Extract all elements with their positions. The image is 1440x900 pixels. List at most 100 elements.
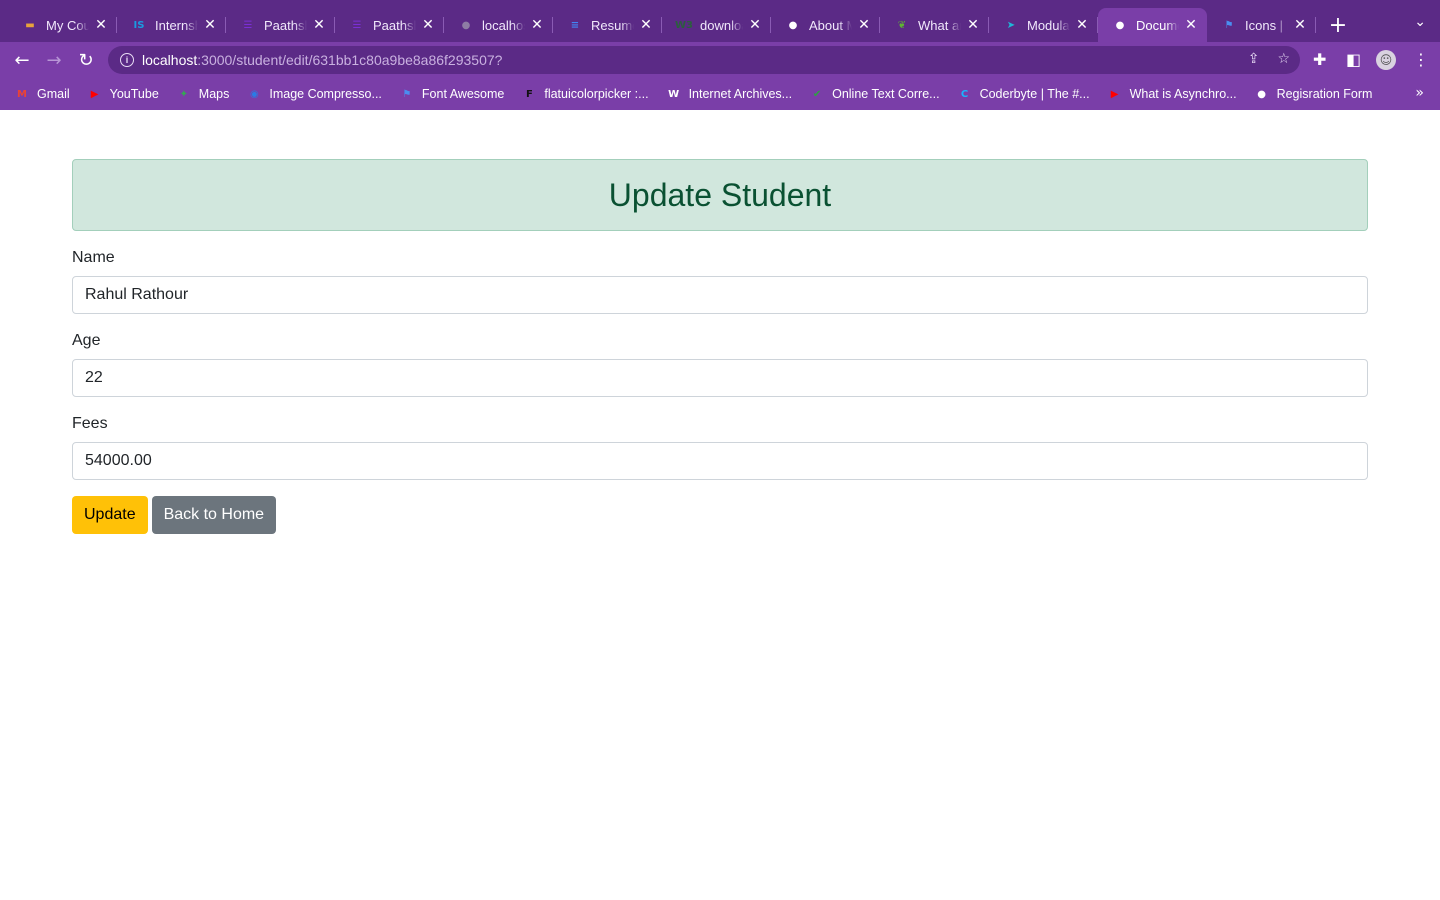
tab-title: My Courses [46,17,89,33]
globe-icon: ● [1257,88,1266,100]
browser-tab[interactable]: ● Document✕ [1098,8,1207,42]
maps-icon: ✦ [179,88,188,100]
tab-title: About Me [809,17,852,33]
browser-tab[interactable]: ⚑ Icons | Font Awesome✕ [1207,8,1316,42]
fees-label: Fees [72,415,108,432]
flatui-icon: F [525,88,533,100]
compress-icon: ◉ [249,88,259,100]
update-button[interactable]: Update [72,496,148,534]
reload-icon[interactable]: ↻ [70,44,102,76]
browser-tab[interactable]: ≡ Resume✕ [553,8,662,42]
bookmark-label: Coderbyte | The #... [979,87,1090,101]
tab-title: What are [918,17,961,33]
browser-tab[interactable]: ☰ Paathshala✕ [335,8,444,42]
globe-icon: ● [461,19,471,31]
more-bookmarks-icon[interactable]: » [1415,85,1424,101]
bookmark-item[interactable]: ▶ What is Asynchro... [1107,82,1254,106]
bookmark-item[interactable]: M Gmail [14,82,87,106]
back-arrow-icon[interactable]: ← [6,44,38,76]
browser-tab[interactable]: ● localhost✕ [444,8,553,42]
bookmark-item[interactable]: ✔ Online Text Corre... [809,82,956,106]
page-content: Update Student Name Age Fees Update Back… [0,110,1440,900]
close-icon[interactable]: ✕ [93,17,109,33]
tab-title: Paathshala [373,17,416,33]
close-icon[interactable]: ✕ [202,17,218,33]
bookmark-item[interactable]: ▶ YouTube [87,82,176,106]
leaf-icon: ❦ [897,19,907,31]
bookmark-label: Internet Archives... [688,87,793,101]
browser-tab-strip: ▬My Courses✕ISInternshala✕☰Paathshala✕☰P… [0,0,1440,42]
bookmark-item[interactable]: ✦ Maps [176,82,247,106]
gmail-icon: M [17,88,27,100]
form-container: Update Student Name Age Fees Update Back… [72,159,1368,534]
chrome-menu-icon[interactable]: ⋮ [1413,50,1429,69]
internshala-icon: IS [133,19,145,31]
close-icon[interactable]: ✕ [1292,17,1308,33]
close-icon[interactable]: ✕ [638,17,654,33]
tab-title: Document [1136,17,1179,33]
globe-icon: ● [788,19,798,31]
address-bar[interactable]: i localhost:3000/student/edit/631bb1c80a… [108,46,1300,74]
bookmark-item[interactable]: Fflatuicolorpicker :... [521,82,665,106]
fees-group: Fees [72,415,1368,480]
list-icon: ☰ [352,19,362,31]
form-actions: Update Back to Home [72,496,1368,534]
bookmark-item[interactable]: C Coderbyte | The #... [957,82,1107,106]
browser-tab[interactable]: ▬ My Courses✕ [8,8,117,42]
browser-tab[interactable]: IS Internshala✕ [117,8,226,42]
bookmark-item[interactable]: W Internet Archives... [666,82,810,106]
age-label: Age [72,332,101,349]
age-input[interactable] [72,359,1368,397]
forward-arrow-icon[interactable]: → [38,44,70,76]
close-icon[interactable]: ✕ [420,17,436,33]
url-host: localhost [142,52,198,68]
fees-input[interactable] [72,442,1368,480]
side-panel-icon[interactable]: ◧ [1346,50,1361,69]
profile-avatar[interactable]: ☺ [1376,50,1396,70]
browser-tab[interactable]: W3 download✕ [662,8,771,42]
course-icon: ▬ [25,19,35,31]
globe-icon: ● [1115,19,1125,31]
bookmark-label: YouTube [109,87,159,101]
bookmark-label: What is Asynchro... [1129,87,1237,101]
close-icon[interactable]: ✕ [965,17,981,33]
back-to-home-button[interactable]: Back to Home [151,496,277,534]
bookmark-item[interactable]: ◉ Image Compresso... [246,82,399,106]
close-icon[interactable]: ✕ [747,17,763,33]
browser-tab[interactable]: ➤ Modular ✕ [989,8,1098,42]
bookmark-label: flatuicolorpicker :... [544,87,649,101]
browser-tab[interactable]: ● About Me✕ [771,8,880,42]
coderbyte-icon: C [960,88,969,100]
name-label: Name [72,249,115,266]
tab-search-chevron-icon[interactable]: ⌄ [1414,14,1426,30]
close-icon[interactable]: ✕ [856,17,872,33]
name-input[interactable] [72,276,1368,314]
site-info-icon[interactable]: i [120,53,134,67]
bookmark-list: M Gmail ▶ YouTube ✦ Maps ◉ Image Compresso... ⚑ F… [14,82,1389,106]
youtube-icon: ▶ [1110,88,1119,100]
bookmarks-bar: M Gmail ▶ YouTube ✦ Maps ◉ Image Compresso... ⚑ F… [0,78,1440,110]
bookmark-label: Gmail [37,87,70,101]
check-icon: ✔ [812,88,822,100]
bookmark-label: Image Compresso... [269,87,382,101]
url-path: :3000/student/edit/631bb1c80a9be8a86f293… [197,52,503,68]
docs-icon: ≡ [570,19,580,31]
modular-icon: ➤ [1006,19,1016,31]
list-icon: ☰ [243,19,253,31]
close-icon[interactable]: ✕ [311,17,327,33]
close-icon[interactable]: ✕ [1183,17,1199,33]
bookmark-label: Online Text Corre... [832,87,940,101]
browser-tab[interactable]: ☰ Paathshala✕ [226,8,335,42]
new-tab-button[interactable]: + [1320,8,1356,42]
close-icon[interactable]: ✕ [529,17,545,33]
tab-title: Paathshala [264,17,307,33]
tab-list: ▬My Courses✕ISInternshala✕☰Paathshala✕☰P… [0,8,1316,42]
flag-icon: ⚑ [1224,19,1234,31]
share-icon[interactable]: ⇪ [1248,51,1260,67]
browser-tab[interactable]: ❦ What are✕ [880,8,989,42]
bookmark-item[interactable]: ● Regisration Form [1254,82,1390,106]
bookmark-item[interactable]: ⚑ Font Awesome [399,82,521,106]
bookmark-star-icon[interactable]: ☆ [1277,51,1290,67]
extensions-puzzle-icon[interactable]: ✚ [1313,50,1326,69]
close-icon[interactable]: ✕ [1074,17,1090,33]
